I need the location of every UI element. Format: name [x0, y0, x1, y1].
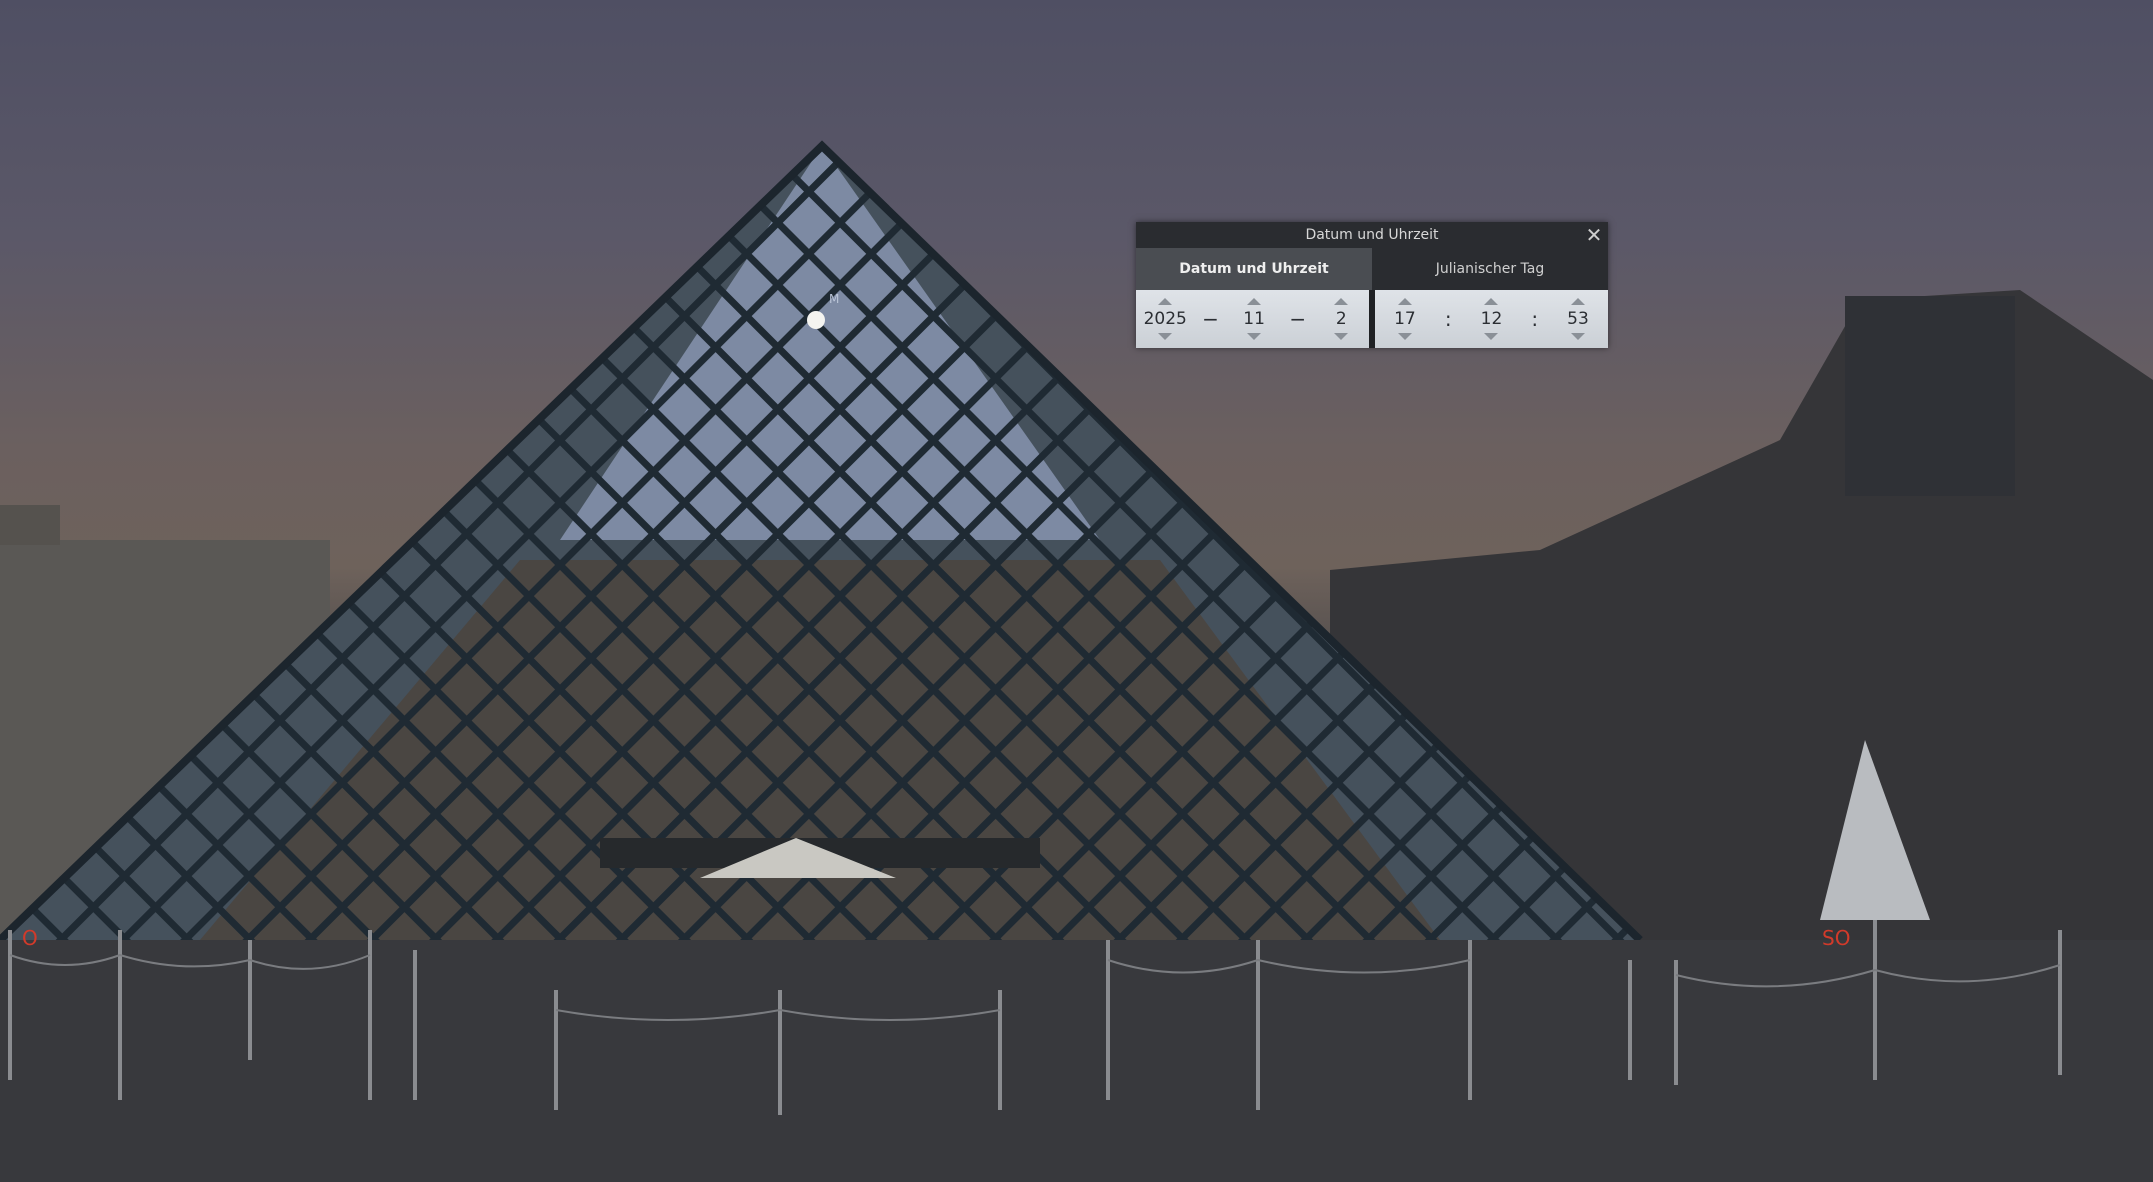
moon[interactable] [807, 311, 825, 329]
hour-increment-icon[interactable] [1397, 298, 1412, 305]
second-value[interactable]: 53 [1567, 308, 1589, 330]
time-fields: 17 : 12 : 53 [1375, 290, 1608, 348]
tab-date-time[interactable]: Datum und Uhrzeit [1136, 248, 1372, 290]
minute-increment-icon[interactable] [1484, 298, 1499, 305]
second-increment-icon[interactable] [1571, 298, 1585, 305]
hour-spinbox[interactable]: 17 [1385, 290, 1425, 348]
month-spinbox[interactable]: 11 [1234, 290, 1274, 348]
month-increment-icon[interactable] [1247, 298, 1262, 305]
tab-julian-day[interactable]: Julianischer Tag [1372, 248, 1608, 290]
year-decrement-icon[interactable] [1158, 333, 1173, 340]
hour-value[interactable]: 17 [1394, 308, 1416, 330]
date-separator: − [1289, 307, 1307, 331]
day-spinbox[interactable]: 2 [1321, 290, 1361, 348]
day-increment-icon[interactable] [1334, 298, 1349, 305]
dialog-tabs: Datum und Uhrzeit Julianischer Tag [1136, 248, 1608, 290]
day-decrement-icon[interactable] [1334, 333, 1349, 340]
time-separator: : [1444, 307, 1452, 331]
date-time-dialog: Datum und Uhrzeit ✕ Datum und Uhrzeit Ju… [1136, 222, 1608, 348]
minute-decrement-icon[interactable] [1484, 333, 1499, 340]
second-decrement-icon[interactable] [1571, 333, 1585, 340]
ground [0, 940, 2153, 1182]
sky-landscape-view[interactable] [0, 0, 2153, 1182]
minute-spinbox[interactable]: 12 [1471, 290, 1511, 348]
year-increment-icon[interactable] [1158, 298, 1173, 305]
second-spinbox[interactable]: 53 [1558, 290, 1598, 348]
hour-decrement-icon[interactable] [1397, 333, 1412, 340]
year-spinbox[interactable]: 2025 [1144, 290, 1187, 348]
minute-value[interactable]: 12 [1481, 308, 1503, 330]
month-decrement-icon[interactable] [1247, 333, 1262, 340]
compass-west-label: O [22, 926, 38, 950]
dialog-titlebar[interactable]: Datum und Uhrzeit ✕ [1136, 222, 1608, 248]
date-separator: − [1202, 307, 1219, 331]
dialog-title: Datum und Uhrzeit [1305, 227, 1439, 243]
date-fields: 2025 − 11 − 2 [1136, 290, 1369, 348]
compass-southwest-label: SO [1822, 926, 1851, 950]
close-icon[interactable]: ✕ [1584, 222, 1604, 248]
year-value[interactable]: 2025 [1144, 308, 1187, 330]
moon-label: M [829, 292, 840, 306]
month-value[interactable]: 11 [1243, 308, 1265, 330]
day-value[interactable]: 2 [1336, 308, 1347, 330]
time-separator: : [1531, 307, 1539, 331]
